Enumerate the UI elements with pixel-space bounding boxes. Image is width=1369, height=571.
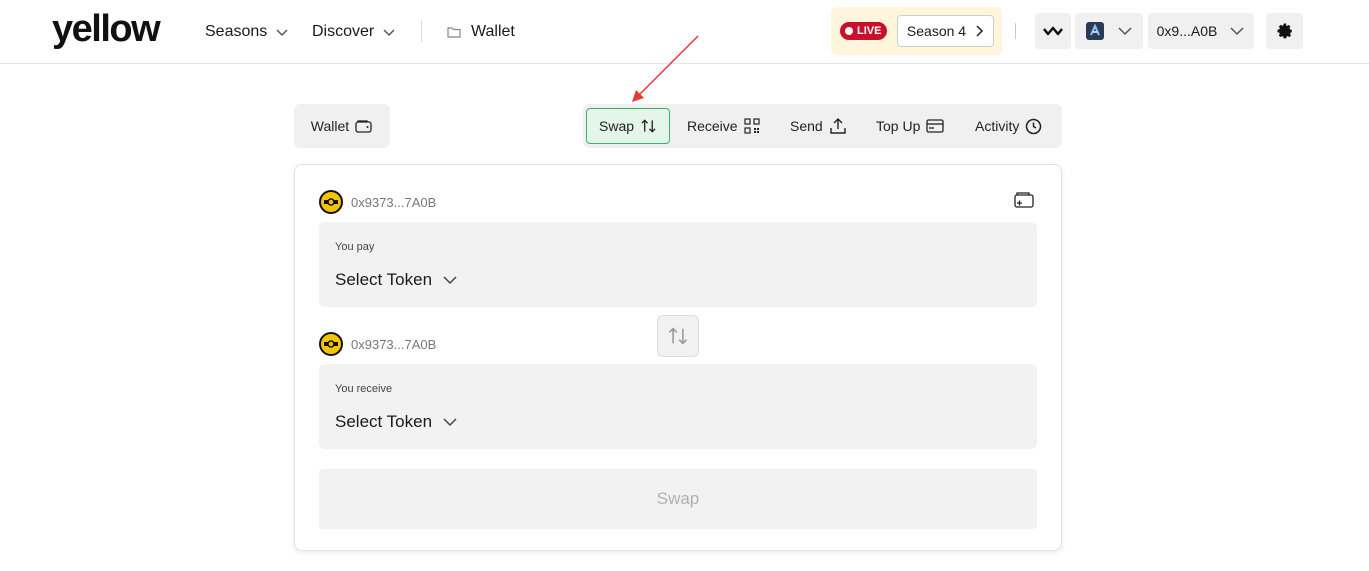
- season-label: Season 4: [906, 23, 967, 39]
- from-account-row: 0x9373...7A0B: [319, 189, 436, 215]
- svg-text:yellow: yellow: [52, 10, 161, 50]
- live-season-panel: LIVE Season 4: [831, 7, 1002, 55]
- swap-card: 0x9373...7A0B You pay Select Token 0x937…: [294, 164, 1062, 551]
- pay-token-box: You pay Select Token: [319, 222, 1037, 307]
- wallet-tab-label: Wallet: [310, 118, 350, 134]
- wallet-add-icon: [1014, 192, 1034, 208]
- chain-logo-icon: [1086, 22, 1104, 40]
- chevron-down-icon: [1230, 27, 1244, 36]
- flip-tokens-button[interactable]: [657, 315, 699, 357]
- gear-icon: [1277, 23, 1292, 39]
- from-account-address: 0x9373...7A0B: [351, 194, 437, 210]
- receive-tab[interactable]: Receive: [687, 108, 760, 144]
- top-up-tab[interactable]: Top Up: [876, 108, 945, 144]
- live-label: LIVE: [857, 25, 882, 37]
- receive-token-box: You receive Select Token: [319, 364, 1037, 449]
- chevron-right-icon: [976, 25, 984, 37]
- send-tab[interactable]: Send: [790, 108, 847, 144]
- chevron-down-icon: [443, 276, 457, 285]
- yellow-token-icon: [319, 190, 343, 214]
- swap-tab[interactable]: Swap: [586, 108, 670, 144]
- yellow-logo-mark: yellow: [52, 8, 163, 50]
- chevron-down-icon: [276, 29, 288, 37]
- receive-token-select[interactable]: Select Token: [335, 412, 458, 432]
- top-up-tab-label: Top Up: [876, 118, 921, 134]
- chevron-down-icon: [443, 418, 457, 427]
- live-dot-icon: [845, 27, 853, 35]
- receive-label: You receive: [335, 383, 393, 395]
- wallet-switch-button[interactable]: [1013, 191, 1037, 213]
- yellow-logo[interactable]: yellow: [52, 8, 182, 50]
- nav-seasons-label: Seasons: [205, 23, 268, 40]
- receive-tab-label: Receive: [687, 118, 738, 134]
- chevron-down-icon: [1118, 27, 1132, 36]
- nav-discover-label: Discover: [312, 23, 375, 40]
- send-tab-label: Send: [790, 118, 823, 134]
- swap-vertical-icon: [668, 327, 688, 345]
- pay-token-select[interactable]: Select Token: [335, 270, 458, 290]
- qr-code-icon: [743, 118, 760, 134]
- wallet-tabs-row: Wallet Swap Receive Send Top Up Activity: [294, 104, 1062, 148]
- wallet-icon: [355, 120, 372, 133]
- activity-tab[interactable]: Activity: [975, 108, 1042, 144]
- account-short-label: 0x9...A0B: [1156, 23, 1218, 39]
- wallet-tab[interactable]: Wallet: [294, 104, 390, 148]
- nav-wallet[interactable]: Wallet: [447, 20, 515, 44]
- season-button[interactable]: Season 4: [897, 15, 994, 47]
- chevron-down-icon: [383, 29, 395, 37]
- pay-label: You pay: [335, 241, 375, 253]
- to-account-address: 0x9373...7A0B: [351, 336, 437, 352]
- upload-icon: [830, 118, 846, 134]
- network-switch-button[interactable]: [1035, 13, 1071, 49]
- nav-wallet-label: Wallet: [471, 23, 515, 40]
- swap-submit-button[interactable]: Swap: [319, 469, 1037, 529]
- chain-selector-button[interactable]: [1075, 13, 1143, 49]
- live-badge: LIVE: [840, 22, 888, 40]
- top-navigation-bar: yellow Seasons Discover Wallet LIVE Seas…: [0, 0, 1369, 64]
- folder-icon: [447, 27, 461, 38]
- swap-tab-label: Swap: [599, 118, 635, 134]
- swap-vertical-icon: [641, 119, 656, 133]
- clock-icon: [1026, 118, 1042, 134]
- pay-token-label: Select Token: [335, 270, 433, 289]
- nav-discover[interactable]: Discover: [312, 20, 396, 44]
- yellow-token-icon: [319, 332, 343, 356]
- network-wave-icon: [1043, 26, 1063, 36]
- settings-button[interactable]: [1266, 13, 1303, 49]
- card-icon: [926, 119, 945, 133]
- to-account-row: 0x9373...7A0B: [319, 331, 436, 357]
- nav-seasons[interactable]: Seasons: [205, 20, 289, 44]
- activity-tab-label: Activity: [975, 118, 1020, 134]
- header-divider: [1015, 23, 1016, 39]
- receive-token-label: Select Token: [335, 412, 433, 431]
- wallet-action-bar: Swap Receive Send Top Up Activity: [583, 104, 1062, 148]
- account-menu-button[interactable]: 0x9...A0B: [1148, 13, 1254, 49]
- nav-divider: [421, 20, 422, 42]
